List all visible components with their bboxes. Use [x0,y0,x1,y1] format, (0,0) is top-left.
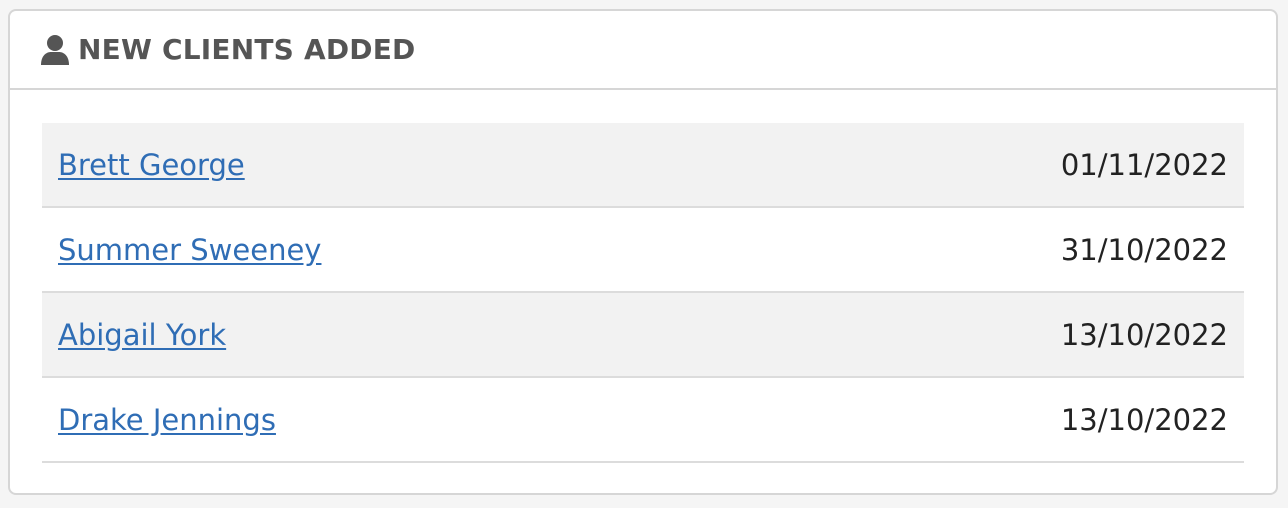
list-item: Abigail York 13/10/2022 [42,293,1244,378]
client-date: 01/11/2022 [1060,147,1228,182]
panel-header: NEW CLIENTS ADDED [10,11,1276,90]
client-date: 13/10/2022 [1060,317,1228,352]
client-name-link[interactable]: Summer Sweeney [58,233,321,267]
list-item: Summer Sweeney 31/10/2022 [42,208,1244,293]
new-clients-panel: NEW CLIENTS ADDED Brett George 01/11/202… [8,9,1278,495]
client-list: Brett George 01/11/2022 Summer Sweeney 3… [10,90,1276,463]
user-icon [40,34,70,66]
client-name-link[interactable]: Brett George [58,148,245,182]
client-name-link[interactable]: Abigail York [58,318,226,352]
client-name-link[interactable]: Drake Jennings [58,403,276,437]
client-date: 13/10/2022 [1060,402,1228,437]
list-item: Drake Jennings 13/10/2022 [42,378,1244,463]
client-date: 31/10/2022 [1060,232,1228,267]
list-item: Brett George 01/11/2022 [42,123,1244,208]
panel-title: NEW CLIENTS ADDED [78,33,416,66]
